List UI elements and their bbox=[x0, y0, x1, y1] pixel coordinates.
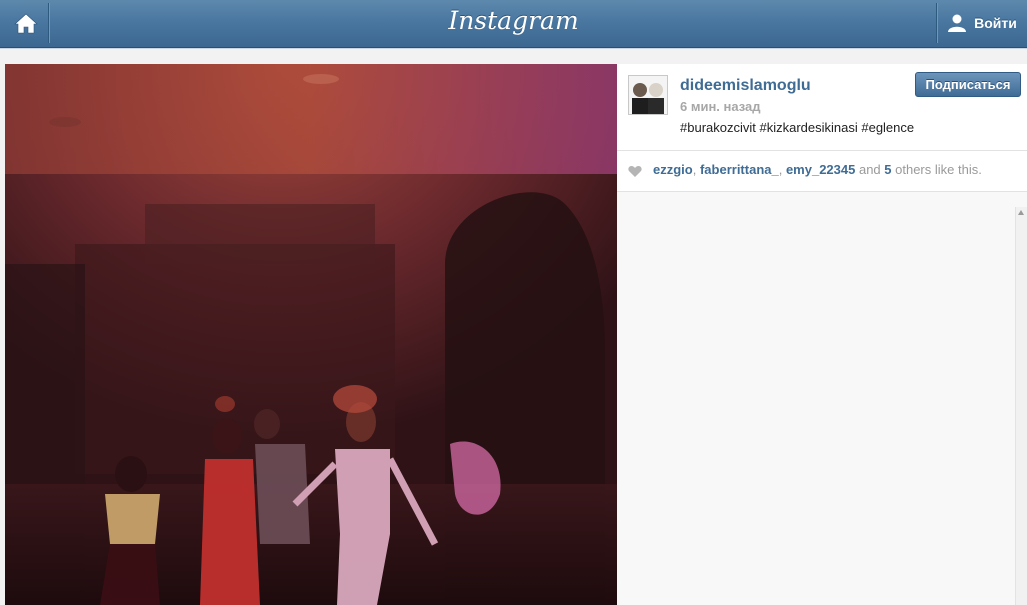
instagram-logo[interactable]: Instagram bbox=[0, 6, 1027, 35]
heart-icon[interactable] bbox=[628, 165, 642, 177]
scroll-up-arrow-icon[interactable] bbox=[1018, 210, 1024, 215]
username-link[interactable]: dideemislamoglu bbox=[680, 77, 811, 95]
login-button[interactable]: Войти bbox=[936, 3, 1027, 43]
post-photo[interactable] bbox=[5, 64, 617, 605]
separator: , bbox=[778, 162, 786, 177]
avatar[interactable] bbox=[628, 75, 668, 115]
liker-link[interactable]: faberrittana_ bbox=[700, 162, 779, 177]
likes-section: ezzgio, faberrittana_, emy_22345 and 5 o… bbox=[617, 151, 1027, 192]
party-photo-image bbox=[5, 64, 617, 605]
others-count[interactable]: 5 bbox=[884, 162, 891, 177]
comments-scrollbar[interactable] bbox=[1015, 207, 1027, 605]
login-label: Войти bbox=[974, 15, 1017, 31]
likes-and-text: and bbox=[855, 162, 885, 177]
post-timestamp: 6 мин. назад bbox=[680, 99, 761, 114]
others-text: others like this. bbox=[891, 162, 982, 177]
user-icon bbox=[948, 14, 967, 32]
avatar-image bbox=[629, 76, 667, 114]
likes-text: ezzgio, faberrittana_, emy_22345 and 5 o… bbox=[653, 162, 982, 177]
separator: , bbox=[692, 162, 700, 177]
liker-link[interactable]: ezzgio bbox=[653, 162, 693, 177]
follow-button[interactable]: Подписаться bbox=[915, 72, 1021, 97]
post-caption: #burakozcivit #kizkardesikinasi #eglence bbox=[680, 120, 915, 135]
liker-link[interactable]: emy_22345 bbox=[786, 162, 855, 177]
top-bar: Instagram Войти bbox=[0, 0, 1027, 48]
comments-area bbox=[617, 192, 1027, 605]
post-header: dideemislamoglu 6 мин. назад #burakozciv… bbox=[617, 64, 1027, 151]
post-details-panel: dideemislamoglu 6 мин. назад #burakozciv… bbox=[617, 64, 1027, 605]
